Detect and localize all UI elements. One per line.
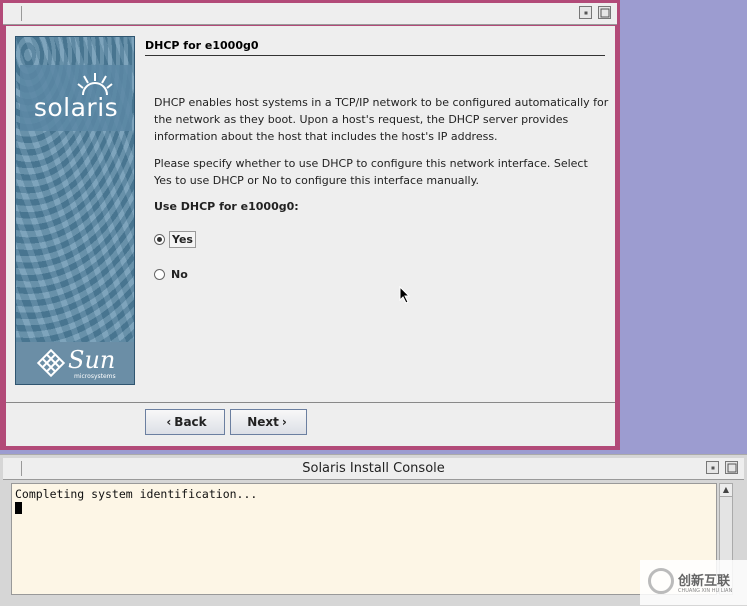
console-titlebar[interactable]: Solaris Install Console (3, 458, 744, 480)
console-minimize-button[interactable] (706, 461, 719, 474)
back-button[interactable]: ‹ Back (145, 409, 225, 435)
solaris-wordmark: solaris (33, 93, 119, 122)
installer-window: solaris Sun microsystems DHCP for e1000g… (0, 0, 620, 450)
next-button[interactable]: Next › (230, 409, 307, 435)
footer-divider (6, 402, 615, 403)
sun-microsystems-logo: Sun microsystems (16, 342, 134, 384)
minimize-button[interactable] (579, 6, 592, 19)
dhcp-question: Use DHCP for e1000g0: (154, 200, 299, 213)
console-title: Solaris Install Console (302, 461, 445, 476)
page-title: DHCP for e1000g0 (145, 39, 259, 52)
maximize-button[interactable] (598, 6, 611, 19)
radio-option-no[interactable]: No (154, 265, 190, 283)
installer-titlebar[interactable] (3, 3, 617, 25)
radio-button-no[interactable] (154, 268, 165, 280)
radio-option-yes[interactable]: Yes (154, 230, 196, 248)
radio-label-no[interactable]: No (169, 267, 190, 282)
sun-wordmark: Sun (68, 346, 116, 374)
back-button-label: Back (174, 415, 207, 429)
watermark-logo-icon (648, 568, 674, 594)
watermark: 创新互联 CHUANG XIN HU LIAN (640, 560, 747, 605)
chevron-right-icon: › (281, 415, 287, 429)
console-output[interactable]: Completing system identification... (11, 483, 717, 595)
install-console-window: Solaris Install Console Completing syste… (0, 454, 747, 606)
maximize-icon (600, 8, 609, 17)
watermark-subtext: CHUANG XIN HU LIAN (678, 588, 733, 594)
solaris-logo: solaris (20, 65, 132, 131)
scroll-up-icon[interactable]: ▲ (720, 484, 732, 497)
microsystems-text: microsystems (74, 373, 116, 380)
text-cursor (15, 502, 22, 514)
chevron-left-icon: ‹ (166, 415, 172, 429)
title-divider (145, 55, 605, 56)
dhcp-description: DHCP enables host systems in a TCP/IP ne… (154, 96, 609, 143)
console-text: Completing system identification... (15, 487, 258, 501)
mouse-pointer-icon (399, 286, 411, 304)
maximize-icon (727, 463, 736, 472)
minimize-icon (584, 11, 587, 14)
console-maximize-button[interactable] (725, 461, 738, 474)
next-button-label: Next (247, 415, 279, 429)
watermark-text: 创新互联 (678, 574, 731, 589)
radio-label-yes[interactable]: Yes (169, 230, 196, 248)
installer-client-area: solaris Sun microsystems DHCP for e1000g… (6, 26, 615, 446)
sun-diamond-icon (36, 348, 66, 378)
window-menu-button[interactable] (6, 6, 22, 21)
radio-button-yes[interactable] (154, 233, 165, 245)
minimize-icon (711, 466, 714, 469)
sidebar-artwork: solaris Sun microsystems (15, 36, 135, 385)
dhcp-instructions: Please specify whether to use DHCP to co… (154, 157, 588, 187)
